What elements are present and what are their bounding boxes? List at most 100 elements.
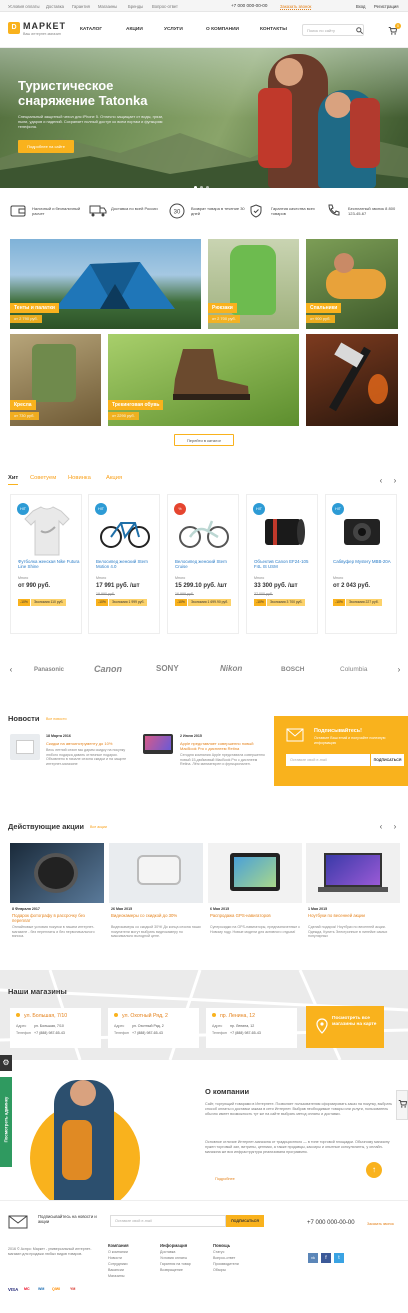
category-chairs[interactable]: Кресла от 730 руб. bbox=[10, 334, 101, 426]
promo-title[interactable]: Распродажа GPS-навигаторов bbox=[210, 913, 300, 918]
subscribe-email-input[interactable]: Оставьте свой e-mail bbox=[286, 754, 370, 766]
promo-title[interactable]: Видеокамеры со скидкой до 30% bbox=[111, 913, 201, 918]
login-link[interactable]: Вход bbox=[356, 4, 365, 9]
news-headline[interactable]: Скидки на автоинструменту до 10% bbox=[46, 741, 132, 746]
store-name[interactable]: пр. Ленина, 12 bbox=[220, 1013, 255, 1019]
brands-prev-arrow[interactable]: ‹ bbox=[6, 665, 16, 675]
brand-panasonic[interactable]: Panasonic bbox=[34, 667, 64, 673]
nav-about[interactable]: О КОМПАНИИ bbox=[206, 27, 239, 32]
slider-dot-1[interactable] bbox=[194, 186, 197, 188]
product-card[interactable]: HIT Футболка женская Nike Futura Line Sh… bbox=[10, 494, 82, 634]
facebook-icon[interactable]: f bbox=[321, 1253, 331, 1263]
all-stores-button[interactable]: Посмотреть все магазины на карте bbox=[306, 1006, 384, 1048]
top-link-delivery[interactable]: Доставка bbox=[46, 4, 64, 9]
promo-card[interactable]: 8 Февраля 2017 Подарок фотографу в расср… bbox=[10, 843, 104, 951]
product-stock: Много bbox=[18, 576, 29, 580]
category-sleeping-bags[interactable]: Спальники от 900 руб. bbox=[306, 239, 398, 329]
top-link-faq[interactable]: Вопрос-ответ bbox=[152, 4, 178, 9]
all-news-link[interactable]: Все новости bbox=[46, 717, 67, 721]
brand-canon[interactable]: Canon bbox=[94, 664, 122, 674]
hero-banner[interactable]: Туристическое снаряжение Tatonka Специал… bbox=[0, 48, 408, 188]
scroll-up-button[interactable]: ↑ bbox=[366, 1162, 382, 1178]
products-next-arrow[interactable]: › bbox=[390, 476, 400, 486]
store-card[interactable]: ул. Охотный Ряд, 2 Адрес ул. Охотный Ряд… bbox=[108, 1008, 199, 1048]
subscribe-button[interactable]: ПОДПИСАТЬСЯ bbox=[370, 754, 404, 766]
product-name[interactable]: Велосипед женский Stern Cruise bbox=[175, 559, 237, 570]
brand-columbia[interactable]: Columbia bbox=[340, 666, 367, 673]
top-link-warranty[interactable]: Гарантия bbox=[72, 4, 90, 9]
promo-card[interactable]: 6 Мая 2015 Распродажа GPS-навигаторов Су… bbox=[208, 843, 302, 951]
footer-link[interactable]: Магазины bbox=[108, 1273, 129, 1279]
product-card[interactable]: % Велосипед женский Stern Cruise Много 1… bbox=[167, 494, 239, 634]
top-phone[interactable]: +7 000 000-00-00 bbox=[231, 3, 267, 8]
top-link-brands[interactable]: Бренды bbox=[128, 4, 143, 9]
promo-date: 1 Мая 2015 bbox=[308, 907, 328, 911]
store-card[interactable]: ул. Большая, 7/10 Адрес ул. Большая, 7/1… bbox=[10, 1008, 101, 1048]
brand-sony[interactable]: SONY bbox=[156, 664, 179, 673]
search-icon[interactable] bbox=[356, 27, 363, 34]
hero-button[interactable]: Подробнее на сайте bbox=[18, 140, 74, 153]
tab-new[interactable]: Новинка bbox=[68, 475, 91, 481]
view-admin-tab[interactable]: Посмотреть админку bbox=[0, 1077, 12, 1167]
product-name[interactable]: Велосипед женский Stern Motion 4.0 bbox=[96, 559, 158, 570]
products-prev-arrow[interactable]: ‹ bbox=[376, 476, 386, 486]
category-tents[interactable]: Тенты и палатки от 2 790 руб. bbox=[10, 239, 201, 329]
vk-icon[interactable]: vk bbox=[308, 1253, 318, 1263]
product-card[interactable]: HIT Велосипед женский Stern Motion 4.0 М… bbox=[88, 494, 160, 634]
news-thumb-1[interactable] bbox=[10, 734, 40, 760]
twitter-icon[interactable]: t bbox=[334, 1253, 344, 1263]
product-name[interactable]: Сабвуфер Mystery MBB-20A bbox=[333, 559, 395, 564]
footer-subscribe-button[interactable]: ПОДПИСАТЬСЯ bbox=[226, 1215, 264, 1227]
go-to-catalog-button[interactable]: Перейти в каталог bbox=[174, 434, 234, 446]
nav-contacts[interactable]: КОНТАКТЫ bbox=[260, 27, 287, 32]
promo-title[interactable]: Подарок фотографу в рассрочку без перепл… bbox=[12, 913, 102, 923]
logo-icon[interactable]: D bbox=[8, 22, 20, 34]
product-name[interactable]: Объектив Canon EF24-105 F4L IS USM bbox=[254, 559, 316, 570]
brands-next-arrow[interactable]: › bbox=[394, 665, 404, 675]
footer-email-input[interactable]: Оставьте свой e-mail bbox=[110, 1215, 226, 1227]
tab-hit[interactable]: Хит bbox=[8, 475, 18, 481]
footer-link[interactable]: Возвращение bbox=[160, 1267, 191, 1273]
nav-promos[interactable]: АКЦИИ bbox=[126, 27, 143, 32]
news-headline[interactable]: Apple представляет совершенно новый MacB… bbox=[180, 741, 268, 751]
tab-sale[interactable]: Акция bbox=[106, 475, 122, 481]
about-more-link[interactable]: Подробнее bbox=[215, 1177, 235, 1181]
nav-catalog[interactable]: КАТАЛОГ bbox=[80, 27, 102, 32]
search-input[interactable]: Поиск по сайту bbox=[302, 24, 364, 36]
settings-gear-icon[interactable]: ⚙ bbox=[0, 1055, 12, 1071]
promos-next-arrow[interactable]: › bbox=[390, 822, 400, 832]
store-card[interactable]: пр. Ленина, 12 Адрес пр. Ленина, 12 Теле… bbox=[206, 1008, 297, 1048]
category-boots[interactable]: Трекинговая обувь от 2290 руб. bbox=[108, 334, 299, 426]
category-axes[interactable] bbox=[306, 334, 398, 426]
promo-title[interactable]: Ноутбуки по весенней акции bbox=[308, 913, 398, 918]
store-name[interactable]: ул. Большая, 7/10 bbox=[24, 1013, 67, 1019]
nav-services[interactable]: УСЛУГИ bbox=[164, 27, 183, 32]
slider-dot-3[interactable] bbox=[206, 186, 209, 188]
news-thumb-2[interactable] bbox=[143, 734, 173, 754]
promos-prev-arrow[interactable]: ‹ bbox=[376, 822, 386, 832]
side-cart-panel[interactable] bbox=[396, 1090, 408, 1120]
footer-phone[interactable]: +7 000 000-00-00 bbox=[307, 1220, 355, 1226]
product-card[interactable]: HIT Сабвуфер Mystery MBB-20A Много от 2 … bbox=[325, 494, 397, 634]
news-item: 18 Марта 2016 Скидки на автоинструменту … bbox=[46, 734, 132, 767]
store-name[interactable]: ул. Охотный Ряд, 2 bbox=[122, 1013, 168, 1019]
logo-title[interactable]: МАРКЕТ bbox=[23, 21, 66, 31]
all-promos-link[interactable]: Все акции bbox=[90, 825, 107, 829]
top-link-payment[interactable]: Условия оплаты bbox=[8, 4, 40, 9]
register-link[interactable]: Регистрация bbox=[374, 4, 398, 9]
footer-link[interactable]: Обзоры bbox=[213, 1267, 239, 1273]
footer-callback-link[interactable]: Заказать звонок bbox=[367, 1222, 394, 1226]
category-label: Трекинговая обувь bbox=[108, 400, 164, 410]
top-callback-link[interactable]: Заказать звонок bbox=[280, 4, 312, 10]
promo-card[interactable]: 26 Мая 2015 Видеокамеры со скидкой до 30… bbox=[109, 843, 203, 951]
promo-card[interactable]: 1 Мая 2015 Ноутбуки по весенней акции Сд… bbox=[306, 843, 400, 951]
slider-dot-2[interactable] bbox=[200, 186, 203, 188]
brand-nikon[interactable]: Nikon bbox=[220, 664, 242, 673]
brand-bosch[interactable]: BOSCH bbox=[281, 666, 304, 673]
product-card[interactable]: HIT Объектив Canon EF24-105 F4L IS USM М… bbox=[246, 494, 318, 634]
category-backpacks[interactable]: Рюкзаки от 2 700 руб. bbox=[208, 239, 299, 329]
product-name[interactable]: Футболка женская Nike Futura Line Shine bbox=[18, 559, 80, 570]
tab-recommend[interactable]: Советуем bbox=[30, 475, 56, 481]
feature-text: Наличный и безналичный расчет bbox=[32, 206, 81, 217]
top-link-stores[interactable]: Магазины bbox=[98, 4, 117, 9]
